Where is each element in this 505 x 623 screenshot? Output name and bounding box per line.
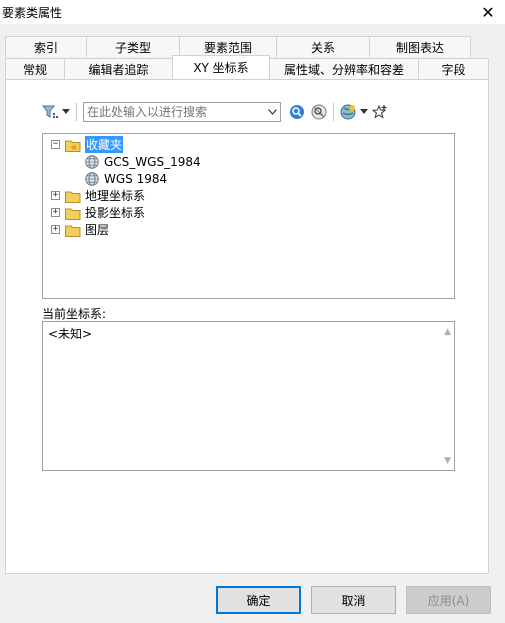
tab-domain-resolution-tolerance[interactable]: 属性域、分辨率和容差 [269,58,419,79]
tree-node-gcs-wgs-1984[interactable]: GCS_WGS_1984 [85,153,201,170]
current-coordinate-system-box[interactable]: <未知> ▲ ▼ [42,321,455,471]
toolbar-separator [333,103,334,121]
search-icon[interactable] [287,102,307,122]
tab-representations[interactable]: 制图表达 [369,36,471,57]
folder-icon [65,190,81,203]
scroll-down-icon[interactable]: ▼ [444,456,451,466]
tree-label-gcs-wgs-1984[interactable]: GCS_WGS_1984 [104,155,201,169]
tree-label-wgs-1984[interactable]: WGS 1984 [104,172,167,186]
favorites-folder-icon [65,139,81,152]
search-box[interactable] [83,102,281,122]
tab-fields[interactable]: 字段 [418,58,489,79]
tree-node-favorites[interactable]: − 收藏夹 [51,136,124,153]
tree-node-wgs-1984[interactable]: WGS 1984 [85,170,167,187]
close-icon[interactable]: ✕ [477,1,499,23]
tree-node-layers[interactable]: + 图层 [51,221,109,238]
search-input[interactable] [84,104,264,120]
toolbar-separator [76,103,77,121]
globe-icon [85,154,99,169]
tree-label-layers[interactable]: 图层 [85,221,109,238]
folder-icon [65,207,81,220]
current-coordinate-system-label: 当前坐标系: [42,307,107,321]
tree-node-projected[interactable]: + 投影坐标系 [51,204,145,221]
tree-label-projected[interactable]: 投影坐标系 [85,204,145,221]
tab-subtypes[interactable]: 子类型 [86,36,180,57]
tab-general[interactable]: 常规 [5,58,65,79]
title-bar: 要素类属性 ✕ [0,0,505,24]
scroll-up-icon[interactable]: ▲ [444,327,451,337]
filter-icon[interactable] [40,102,60,122]
tree-node-geographic[interactable]: + 地理坐标系 [51,187,145,204]
tree-label-favorites[interactable]: 收藏夹 [85,136,124,153]
coordinate-system-tree[interactable]: − 收藏夹 GCS_WGS_1984 WGS 1984 + 地理坐标系 + 投影… [42,133,455,299]
tab-row-back: 索引 子类型 要素范围 关系 制图表达 [5,36,489,57]
add-favorite-icon[interactable] [370,102,390,122]
tab-row-front: 常规 编辑者追踪 XY 坐标系 属性域、分辨率和容差 字段 [5,55,489,79]
tab-xy-coordinate-system[interactable]: XY 坐标系 [172,55,270,79]
tab-index[interactable]: 索引 [5,36,87,57]
globe-dropdown-icon[interactable] [358,102,370,122]
globe-add-icon[interactable] [338,102,358,122]
search-dropdown-icon[interactable] [264,107,280,118]
clear-search-icon[interactable] [309,102,329,122]
ok-button[interactable]: 确定 [216,586,301,614]
cancel-button[interactable]: 取消 [311,586,396,614]
toolbar [40,101,390,123]
tab-editor-tracking[interactable]: 编辑者追踪 [64,58,173,79]
collapse-icon[interactable]: − [51,140,60,149]
expand-icon[interactable]: + [51,191,60,200]
globe-icon [85,171,99,186]
current-coordinate-system-value: <未知> [48,327,93,341]
tab-feature-extent[interactable]: 要素范围 [179,36,277,57]
tree-label-geographic[interactable]: 地理坐标系 [85,187,145,204]
apply-button[interactable]: 应用(A) [406,586,491,614]
expand-icon[interactable]: + [51,208,60,217]
tab-relationships[interactable]: 关系 [276,36,370,57]
expand-icon[interactable]: + [51,225,60,234]
filter-dropdown-icon[interactable] [60,102,72,122]
folder-icon [65,224,81,237]
window-title: 要素类属性 [2,6,63,20]
